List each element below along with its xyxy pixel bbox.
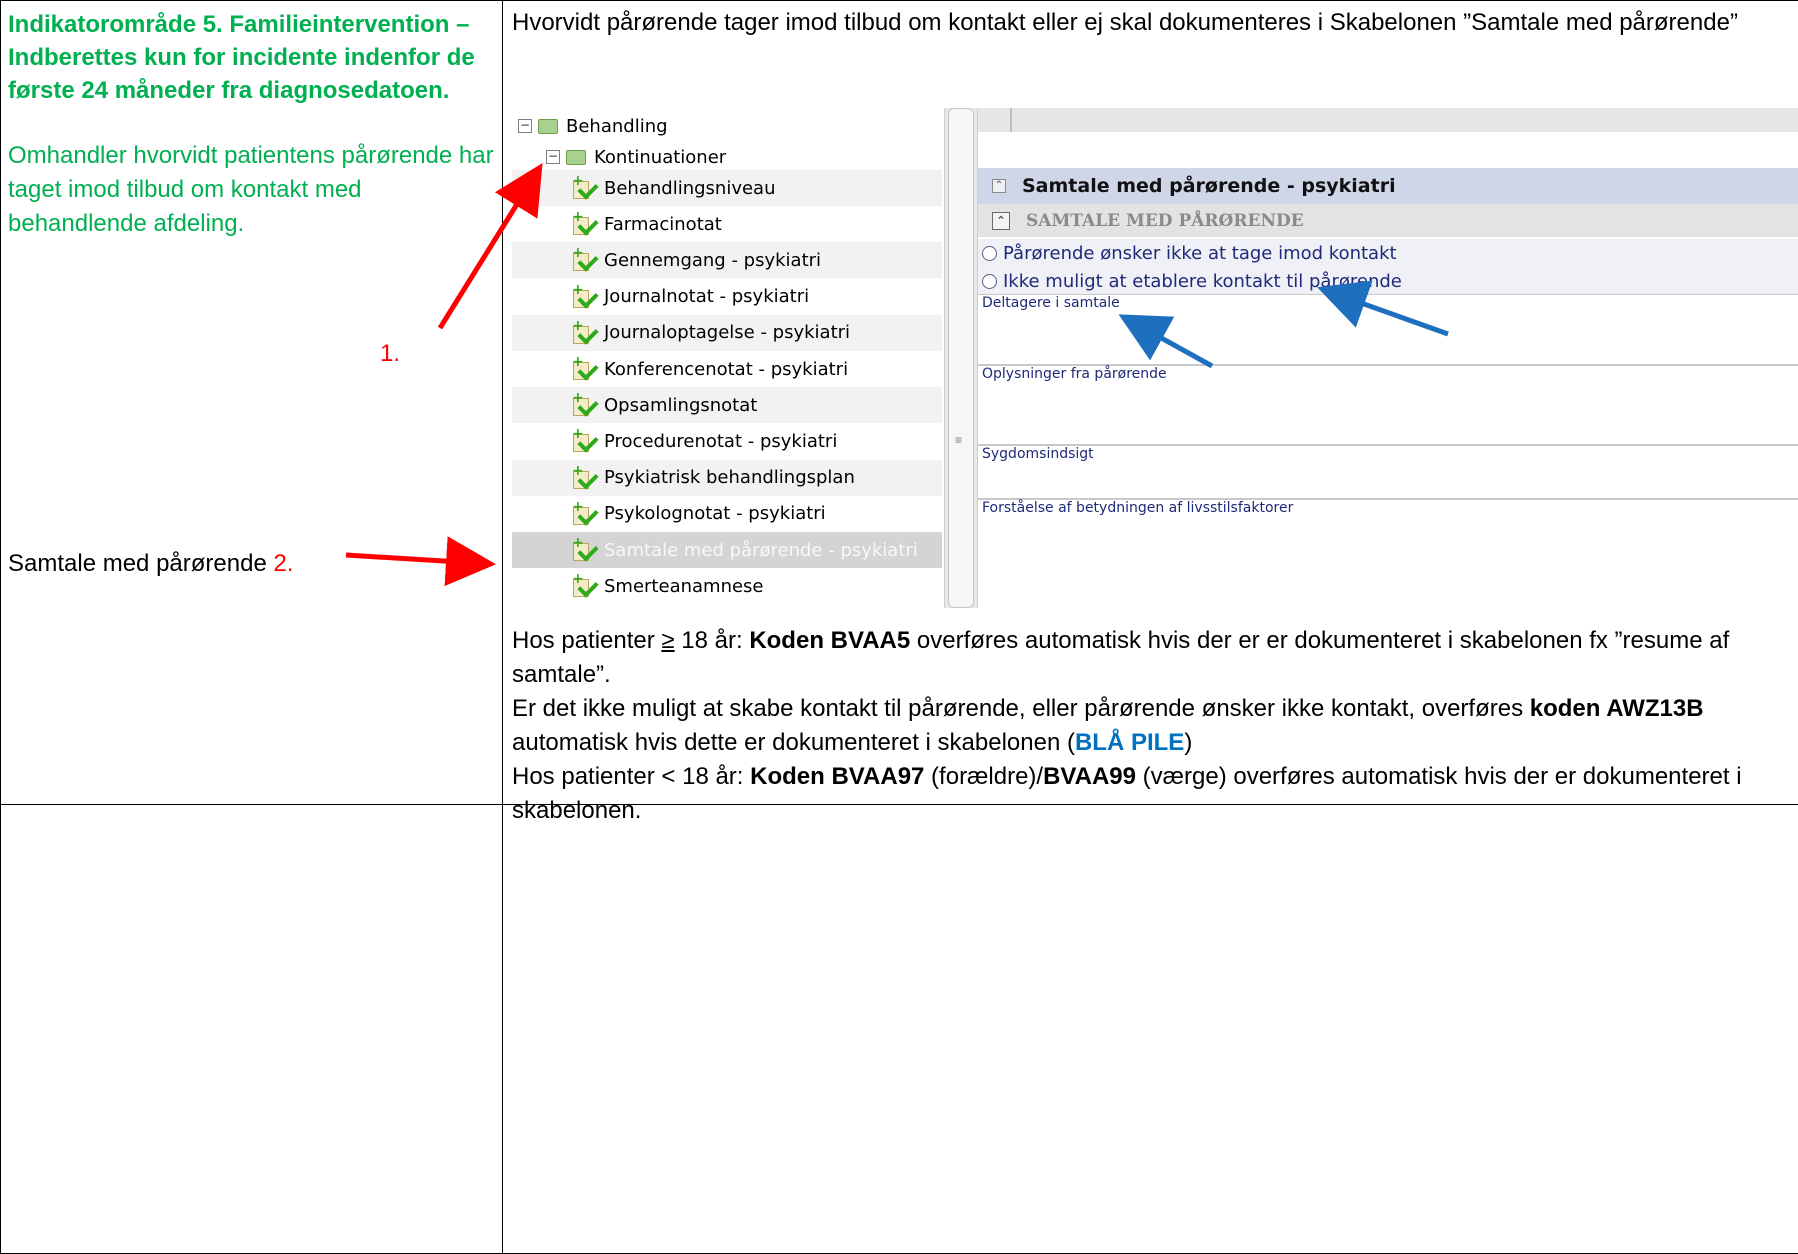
red-arrow-1 (437, 163, 543, 330)
blue-arrow-2 (1317, 280, 1449, 337)
annotation-arrows (345, 163, 1449, 587)
blue-arrow-1 (1118, 314, 1214, 369)
red-arrow-2 (345, 536, 496, 587)
